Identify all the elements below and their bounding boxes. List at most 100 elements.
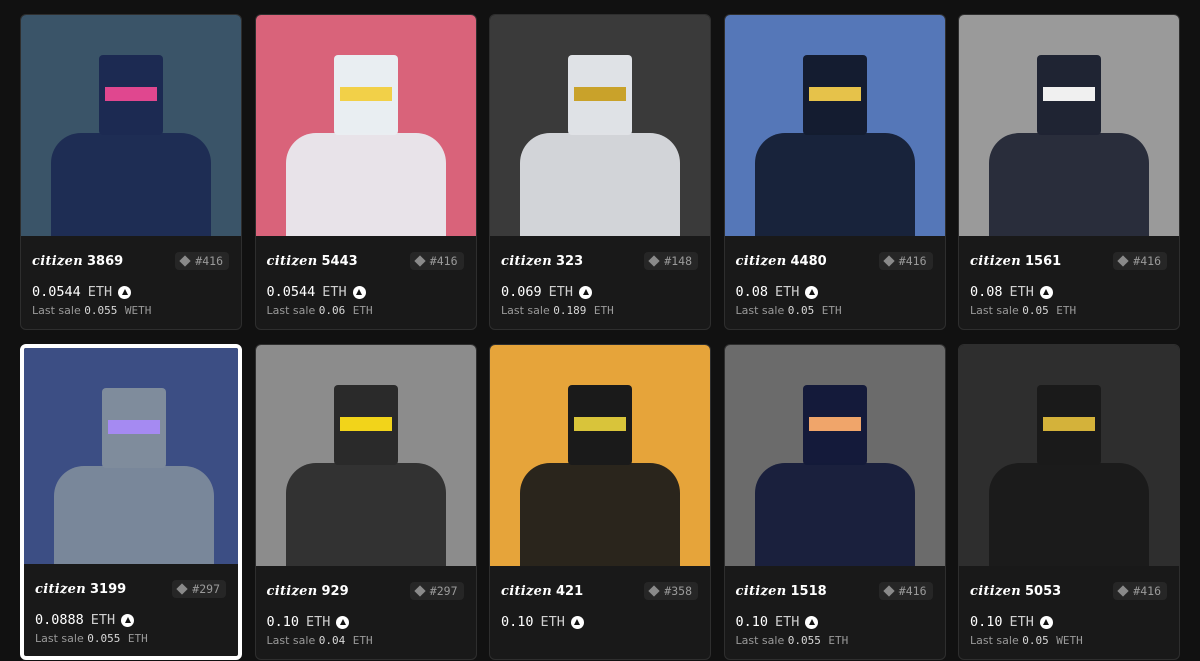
last-sale-label: Last sale	[266, 634, 316, 647]
nft-name-prefix: citizen	[970, 253, 1022, 269]
nft-figure-body	[51, 133, 211, 236]
nft-figure-body	[54, 466, 214, 564]
last-sale: Last sale 0.05 ETH	[736, 304, 933, 317]
opensea-icon[interactable]	[805, 285, 819, 299]
price-currency: ETH	[775, 614, 800, 630]
nft-card[interactable]: citizen 3199 #297 0.0888 ETH Last sale 0.…	[20, 344, 242, 660]
nft-name-prefix: citizen	[735, 253, 787, 269]
rarity-diamond-icon	[414, 585, 426, 597]
last-sale: Last sale 0.055 WETH	[32, 304, 229, 317]
opensea-icon[interactable]	[570, 615, 584, 629]
last-sale-value: 0.05	[787, 304, 815, 317]
opensea-icon[interactable]	[805, 615, 819, 629]
rarity-diamond-icon	[648, 255, 660, 267]
last-sale-currency: ETH	[352, 634, 373, 647]
last-sale-currency: WETH	[1056, 634, 1083, 647]
nft-image[interactable]	[724, 15, 945, 236]
rarity-rank: #297	[429, 584, 458, 598]
nft-name[interactable]: citizen 4480	[736, 254, 827, 269]
nft-name-number: 929	[321, 583, 349, 599]
last-sale: Last sale 0.06 ETH	[267, 304, 464, 317]
nft-name-prefix: citizen	[501, 583, 553, 599]
nft-image[interactable]	[490, 345, 710, 566]
nft-card[interactable]: citizen 1518 #416 0.10 ETH Last sale 0.05…	[723, 344, 946, 660]
opensea-icon[interactable]	[1039, 615, 1053, 629]
nft-info: citizen 1518 #416 0.10 ETH Last sale 0.05…	[725, 566, 945, 647]
nft-image[interactable]	[21, 15, 241, 236]
nft-name[interactable]: citizen 3869	[32, 254, 123, 269]
nft-grid: citizen 3869 #416 0.0544 ETH Last sale 0.…	[20, 14, 1180, 660]
rarity-diamond-icon	[1117, 255, 1129, 267]
price-currency: ETH	[775, 284, 800, 300]
price-value: 0.10	[735, 614, 769, 630]
nft-image[interactable]	[490, 15, 710, 236]
nft-card[interactable]: citizen 323 #148 0.069 ETH Last sale 0.18…	[489, 14, 711, 330]
nft-card[interactable]: citizen 1561 #416 0.08 ETH Last sale 0.05…	[958, 14, 1180, 330]
nft-image[interactable]	[255, 15, 476, 236]
nft-name[interactable]: citizen 3199	[35, 582, 126, 597]
opensea-icon[interactable]	[579, 285, 593, 299]
nft-figure-body	[989, 463, 1149, 566]
nft-info: citizen 3869 #416 0.0544 ETH Last sale 0.…	[21, 236, 241, 317]
nft-image[interactable]	[255, 345, 476, 566]
price-currency: ETH	[548, 284, 574, 300]
opensea-icon[interactable]	[336, 615, 350, 629]
last-sale: Last sale 0.05 WETH	[970, 634, 1167, 647]
nft-name-number: 1561	[1025, 253, 1062, 269]
nft-card[interactable]: citizen 3869 #416 0.0544 ETH Last sale 0.…	[20, 14, 242, 330]
nft-name[interactable]: citizen 421	[501, 584, 583, 599]
price-row: 0.10 ETH	[501, 614, 698, 630]
nft-info: citizen 1561 #416 0.08 ETH Last sale 0.05…	[959, 236, 1179, 317]
nft-name-number: 3199	[90, 581, 127, 597]
rarity-badge[interactable]: #416	[878, 252, 933, 270]
nft-name[interactable]: citizen 5053	[970, 584, 1061, 599]
price-value: 0.0544	[266, 284, 316, 300]
nft-card[interactable]: citizen 5053 #416 0.10 ETH Last sale 0.05…	[958, 344, 1180, 660]
nft-image[interactable]	[724, 345, 945, 566]
rarity-badge[interactable]: #416	[175, 252, 229, 270]
nft-name-number: 421	[556, 583, 584, 599]
nft-image[interactable]	[24, 348, 238, 564]
rarity-badge[interactable]: #416	[409, 252, 464, 270]
rarity-diamond-icon	[176, 583, 188, 595]
last-sale-value: 0.05	[1022, 634, 1049, 647]
rarity-badge[interactable]: #148	[644, 252, 698, 270]
nft-card[interactable]: citizen 929 #297 0.10 ETH Last sale 0.04 …	[254, 344, 477, 660]
nft-name[interactable]: citizen 1518	[736, 584, 827, 599]
opensea-icon[interactable]	[118, 285, 132, 299]
price-currency: ETH	[90, 612, 116, 628]
nft-name[interactable]: citizen 1561	[970, 254, 1061, 269]
nft-card[interactable]: citizen 421 #358 0.10 ETH	[489, 344, 711, 660]
nft-figure-body	[520, 133, 680, 236]
nft-name[interactable]: citizen 323	[501, 254, 583, 269]
nft-figure-body	[520, 463, 680, 566]
rarity-diamond-icon	[1117, 585, 1129, 597]
rarity-badge[interactable]: #297	[172, 580, 226, 598]
nft-name[interactable]: citizen 929	[267, 584, 349, 599]
rarity-badge[interactable]: #297	[409, 582, 464, 600]
opensea-icon[interactable]	[1039, 285, 1053, 299]
nft-image[interactable]	[959, 15, 1179, 236]
rarity-badge[interactable]: #416	[878, 582, 933, 600]
rarity-badge[interactable]: #416	[1113, 582, 1167, 600]
last-sale-label: Last sale	[735, 304, 785, 317]
nft-figure-body	[754, 133, 915, 236]
opensea-icon[interactable]	[121, 613, 135, 627]
rarity-badge[interactable]: #358	[644, 582, 698, 600]
nft-image[interactable]	[959, 345, 1179, 566]
last-sale-currency: WETH	[124, 304, 152, 317]
rarity-badge[interactable]: #416	[1113, 252, 1167, 270]
rarity-rank: #416	[898, 584, 927, 598]
nft-info: citizen 421 #358 0.10 ETH	[490, 566, 710, 647]
last-sale: Last sale 0.189 ETH	[501, 304, 698, 317]
rarity-rank: #416	[429, 254, 458, 268]
nft-name[interactable]: citizen 5443	[267, 254, 358, 269]
opensea-icon[interactable]	[352, 285, 366, 299]
last-sale	[501, 634, 698, 647]
nft-card[interactable]: citizen 4480 #416 0.08 ETH Last sale 0.05…	[723, 14, 946, 330]
nft-name-prefix: citizen	[32, 253, 84, 269]
nft-card[interactable]: citizen 5443 #416 0.0544 ETH Last sale 0.…	[254, 14, 477, 330]
nft-figure-accent	[808, 417, 861, 431]
nft-name-prefix: citizen	[501, 253, 553, 269]
rarity-rank: #416	[195, 254, 223, 268]
